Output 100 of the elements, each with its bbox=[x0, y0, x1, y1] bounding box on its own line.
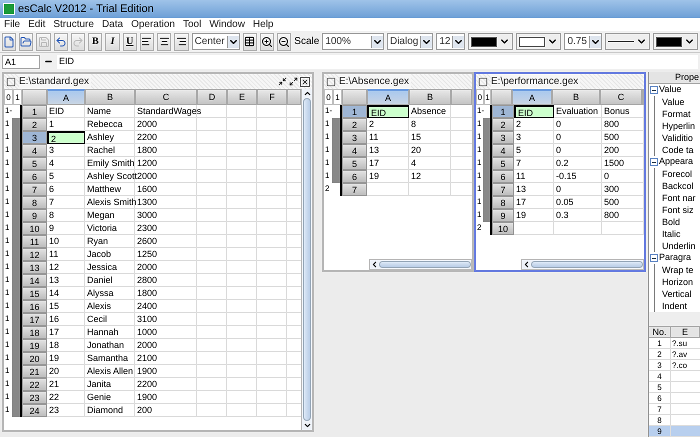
row-header[interactable]: 19 bbox=[22, 339, 47, 352]
table-row[interactable]: 2 ?.av bbox=[649, 349, 700, 360]
row-header[interactable]: 9 bbox=[22, 209, 47, 222]
outline-level-button[interactable]: 0 bbox=[4, 89, 13, 105]
format-button[interactable]: I bbox=[105, 32, 120, 50]
line-width-dropdown[interactable]: 0.75 bbox=[564, 33, 602, 50]
column-header[interactable]: A bbox=[512, 89, 552, 105]
menu-item[interactable]: Window bbox=[209, 17, 245, 32]
table-row[interactable]: 1 ?.su bbox=[649, 338, 700, 349]
table-row[interactable]: 3 ?.co bbox=[649, 360, 700, 371]
row-header[interactable]: 6 bbox=[22, 170, 47, 183]
tree-item[interactable]: Validitio bbox=[654, 132, 700, 144]
tree-item[interactable]: Appeara bbox=[659, 155, 694, 169]
font-size-dropdown[interactable]: 12 bbox=[436, 33, 466, 50]
menu-item[interactable]: Help bbox=[252, 17, 274, 32]
column-header[interactable]: D bbox=[197, 89, 227, 105]
row-header[interactable]: 7 bbox=[22, 183, 47, 196]
outline-level-button[interactable]: 0 bbox=[476, 89, 484, 105]
column-header[interactable]: B bbox=[552, 89, 600, 105]
row-header[interactable]: 15 bbox=[22, 287, 47, 300]
tree-item[interactable]: Vertical bbox=[654, 288, 700, 300]
row-header[interactable]: 12 bbox=[22, 248, 47, 261]
column-header[interactable]: C bbox=[600, 89, 642, 105]
row-header[interactable]: 13 bbox=[22, 261, 47, 274]
menu-item[interactable]: File bbox=[4, 17, 20, 32]
row-header[interactable]: 2 bbox=[22, 118, 47, 131]
align-button[interactable] bbox=[140, 32, 154, 50]
row-header[interactable]: 18 bbox=[22, 326, 47, 339]
column-header[interactable]: A bbox=[367, 89, 409, 105]
tree-item[interactable]: Code ta bbox=[654, 144, 700, 156]
column-header[interactable]: B bbox=[85, 89, 135, 105]
row-header[interactable]: 8 bbox=[22, 196, 47, 209]
row-header[interactable]: 1 bbox=[22, 105, 47, 118]
vertical-scrollbar[interactable] bbox=[301, 89, 312, 430]
row-header[interactable]: 3 bbox=[492, 131, 514, 144]
column-header[interactable]: F bbox=[257, 89, 287, 105]
row-header[interactable]: 8 bbox=[492, 196, 514, 209]
column-header[interactable]: E bbox=[227, 89, 257, 105]
table-row[interactable]: 7 bbox=[649, 404, 700, 415]
row-header[interactable]: 24 bbox=[22, 404, 47, 417]
row-header[interactable]: 23 bbox=[22, 391, 47, 404]
table-row[interactable]: 5 bbox=[649, 382, 700, 393]
scroll-left-icon[interactable] bbox=[522, 260, 531, 269]
menu-item[interactable]: Operation bbox=[131, 17, 175, 32]
row-header[interactable]: 10 bbox=[492, 222, 514, 235]
row-header[interactable]: 9 bbox=[492, 209, 514, 222]
outline-level-button[interactable]: 1 bbox=[13, 89, 22, 105]
new-file-button[interactable] bbox=[2, 32, 16, 50]
undo-button[interactable] bbox=[54, 32, 68, 50]
maximize-icon[interactable] bbox=[289, 77, 298, 86]
table-row[interactable]: 8 bbox=[649, 415, 700, 426]
row-header[interactable]: 10 bbox=[22, 222, 47, 235]
row-header[interactable]: 20 bbox=[22, 352, 47, 365]
horizontal-scrollbar[interactable] bbox=[521, 259, 644, 270]
row-header[interactable]: 6 bbox=[342, 170, 367, 183]
table-row[interactable]: 9 bbox=[649, 426, 700, 437]
menu-item[interactable]: Edit bbox=[28, 17, 46, 32]
align-button[interactable] bbox=[157, 32, 172, 50]
row-header[interactable]: 2 bbox=[492, 118, 514, 131]
row-header[interactable]: 5 bbox=[492, 157, 514, 170]
row-header[interactable]: 21 bbox=[22, 365, 47, 378]
outline-level-button[interactable]: 0 bbox=[324, 89, 333, 105]
zoom-out-button[interactable] bbox=[277, 32, 292, 50]
line-color-picker[interactable] bbox=[652, 33, 698, 50]
tree-item[interactable]: Font nar bbox=[654, 192, 700, 204]
align-button[interactable] bbox=[174, 32, 189, 50]
row-header[interactable]: 1 bbox=[342, 105, 367, 118]
fill-color-picker[interactable] bbox=[516, 33, 562, 50]
menu-item[interactable]: Tool bbox=[182, 17, 202, 32]
tree-item[interactable]: Underlin bbox=[654, 240, 700, 252]
cell-reference-field[interactable]: A1 bbox=[2, 54, 40, 68]
row-header[interactable]: 11 bbox=[22, 235, 47, 248]
merge-button[interactable] bbox=[242, 32, 257, 50]
zoom-in-button[interactable] bbox=[260, 32, 274, 50]
row-header[interactable]: 6 bbox=[492, 170, 514, 183]
row-header[interactable]: 2 bbox=[342, 118, 367, 131]
row-header[interactable]: 4 bbox=[22, 144, 47, 157]
horizontal-scrollbar[interactable] bbox=[369, 259, 472, 270]
row-header[interactable]: 16 bbox=[22, 300, 47, 313]
menu-item[interactable]: Structure bbox=[53, 17, 94, 32]
tree-item[interactable]: Forecol bbox=[654, 168, 700, 180]
tree-item[interactable]: Horizon bbox=[654, 276, 700, 288]
row-header[interactable]: 3 bbox=[22, 131, 47, 144]
tree-item[interactable]: Wrap te bbox=[654, 264, 700, 276]
column-header[interactable]: A bbox=[47, 89, 85, 105]
scroll-down-icon[interactable] bbox=[302, 421, 312, 430]
row-header[interactable]: 17 bbox=[22, 313, 47, 326]
tree-toggle[interactable] bbox=[650, 86, 658, 94]
tree-item[interactable]: Hyperlin bbox=[654, 120, 700, 132]
format-button[interactable]: B bbox=[88, 32, 102, 50]
row-header[interactable]: 5 bbox=[22, 157, 47, 170]
tree-item[interactable]: Paragra bbox=[659, 251, 692, 265]
folder-button[interactable] bbox=[19, 32, 34, 50]
scroll-left-icon[interactable] bbox=[370, 260, 379, 269]
restore-icon[interactable] bbox=[278, 77, 287, 86]
format-button[interactable]: U bbox=[122, 32, 137, 50]
tree-item[interactable]: Value bbox=[654, 96, 700, 108]
tree-toggle[interactable] bbox=[650, 254, 658, 262]
tree-toggle[interactable] bbox=[650, 158, 658, 166]
row-header[interactable]: 4 bbox=[492, 144, 514, 157]
